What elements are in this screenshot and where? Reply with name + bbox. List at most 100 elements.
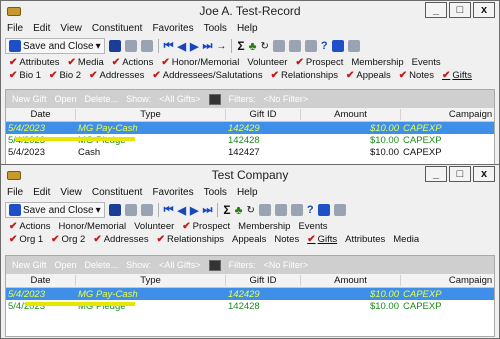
help-icon[interactable]: ? xyxy=(307,204,314,216)
tab-volunteer[interactable]: Volunteer xyxy=(247,57,295,68)
document-icon[interactable] xyxy=(347,40,360,52)
tab-attributes[interactable]: ✔ Attributes xyxy=(9,57,68,68)
menu-help[interactable]: Help xyxy=(237,187,258,198)
tab-membership[interactable]: Membership xyxy=(351,57,411,68)
save-and-close-button[interactable]: Save and Close ▾ xyxy=(5,38,105,54)
title-bar[interactable]: Joe A. Test-Record _ □ x xyxy=(1,1,499,21)
tab-honor-memorial[interactable]: Honor/Memorial xyxy=(59,221,135,232)
print-preview-icon[interactable] xyxy=(140,40,153,52)
filters-value[interactable]: <No Filter> xyxy=(264,94,309,104)
menu-constituent[interactable]: Constituent xyxy=(92,187,143,198)
maximize-button[interactable]: □ xyxy=(449,2,471,18)
close-button[interactable]: x xyxy=(473,166,495,182)
column-type[interactable]: Type xyxy=(76,109,226,120)
tab-bio-2[interactable]: ✔ Bio 2 xyxy=(49,70,89,81)
tab-org-2[interactable]: ✔ Org 2 xyxy=(51,234,93,245)
tab-media[interactable]: Media xyxy=(393,234,427,245)
menu-help[interactable]: Help xyxy=(237,23,258,34)
tab-addresses[interactable]: ✔ Addresses xyxy=(89,70,152,81)
menu-view[interactable]: View xyxy=(60,187,82,198)
id-card-icon[interactable] xyxy=(272,40,285,52)
tab-membership[interactable]: Membership xyxy=(238,221,298,232)
menu-edit[interactable]: Edit xyxy=(33,23,50,34)
minimize-button[interactable]: _ xyxy=(425,2,447,18)
menu-favorites[interactable]: Favorites xyxy=(152,187,193,198)
open-button[interactable]: Open xyxy=(55,260,77,270)
column-gift-id[interactable]: Gift ID xyxy=(226,275,301,286)
column-gift-id[interactable]: Gift ID xyxy=(226,109,301,120)
tab-prospect[interactable]: ✔ Prospect xyxy=(182,221,238,232)
tab-appeals[interactable]: ✔ Appeals xyxy=(346,70,399,81)
globe-icon[interactable] xyxy=(317,204,330,216)
tab-honor-memorial[interactable]: ✔ Honor/Memorial xyxy=(161,57,247,68)
show-select[interactable]: <All Gifts> xyxy=(159,94,201,104)
help-icon[interactable]: ? xyxy=(321,40,328,52)
tab-appeals[interactable]: Appeals xyxy=(232,234,274,245)
tree-icon[interactable]: ♣ xyxy=(235,203,243,217)
show-dropdown-icon[interactable] xyxy=(208,93,221,105)
tab-addresses[interactable]: ✔ Addresses xyxy=(93,234,156,245)
new-gift-button[interactable]: New Gift xyxy=(12,94,47,104)
globe-icon[interactable] xyxy=(331,40,344,52)
tab-events[interactable]: Events xyxy=(412,57,449,68)
next-record-icon[interactable]: ▶ xyxy=(190,204,198,217)
print-icon[interactable] xyxy=(124,204,137,216)
print-preview-icon[interactable] xyxy=(140,204,153,216)
column-campaign[interactable]: Campaign xyxy=(401,275,499,286)
folder-icon[interactable] xyxy=(274,204,287,216)
table-row[interactable]: 5/4/2023 MG Pay-Cash 142429 $10.00 CAPEX… xyxy=(6,122,494,134)
id-card-icon[interactable] xyxy=(258,204,271,216)
next-record-icon[interactable]: ▶ xyxy=(190,40,198,53)
first-record-icon[interactable]: ⏮ xyxy=(164,204,174,217)
column-campaign[interactable]: Campaign xyxy=(401,109,499,120)
summary-icon[interactable]: Σ xyxy=(237,39,244,53)
column-amount[interactable]: Amount xyxy=(301,109,401,120)
table-row[interactable]: 5/4/2023 Cash 142427 $10.00 CAPEXP xyxy=(6,146,494,158)
tab-org-1[interactable]: ✔ Org 1 xyxy=(9,234,51,245)
tab-events[interactable]: Events xyxy=(298,221,335,232)
tab-attributes[interactable]: Attributes xyxy=(345,234,393,245)
menu-tools[interactable]: Tools xyxy=(204,187,227,198)
link-icon[interactable]: ↻ xyxy=(246,205,254,216)
save-icon[interactable] xyxy=(108,204,121,216)
last-record-icon[interactable]: ⏭ xyxy=(202,40,212,53)
tab-volunteer[interactable]: Volunteer xyxy=(134,221,182,232)
tree-icon[interactable]: ♣ xyxy=(249,39,257,53)
tab-prospect[interactable]: ✔ Prospect xyxy=(295,57,351,68)
new-gift-button[interactable]: New Gift xyxy=(12,260,47,270)
print-icon[interactable] xyxy=(124,40,137,52)
column-type[interactable]: Type xyxy=(76,275,226,286)
menu-file[interactable]: File xyxy=(7,23,23,34)
tab-addressees-salutations[interactable]: ✔ Addressees/Salutations xyxy=(152,70,270,81)
menu-favorites[interactable]: Favorites xyxy=(152,23,193,34)
save-icon[interactable] xyxy=(108,40,121,52)
close-button[interactable]: x xyxy=(473,2,495,18)
email-icon[interactable] xyxy=(304,40,317,52)
column-date[interactable]: Date xyxy=(6,275,76,286)
menu-edit[interactable]: Edit xyxy=(33,187,50,198)
email-icon[interactable] xyxy=(290,204,303,216)
delete-button[interactable]: Delete... xyxy=(85,260,119,270)
tab-gifts[interactable]: ✔ Gifts xyxy=(442,70,480,81)
chevron-down-icon[interactable]: ▾ xyxy=(96,41,101,52)
chevron-down-icon[interactable]: ▾ xyxy=(96,205,101,216)
tab-media[interactable]: ✔ Media xyxy=(68,57,112,68)
link-icon[interactable]: ↻ xyxy=(260,41,268,52)
table-row[interactable]: 5/4/2023 MG Pay-Cash 142429 $10.00 CAPEX… xyxy=(6,288,494,300)
last-record-icon[interactable]: ⏭ xyxy=(202,204,212,217)
tab-notes[interactable]: Notes xyxy=(274,234,307,245)
column-amount[interactable]: Amount xyxy=(301,275,401,286)
tab-relationships[interactable]: ✔ Relationships xyxy=(271,70,346,81)
tab-actions[interactable]: ✔ Actions xyxy=(112,57,162,68)
show-select[interactable]: <All Gifts> xyxy=(159,260,201,270)
column-date[interactable]: Date xyxy=(6,109,76,120)
menu-view[interactable]: View xyxy=(60,23,82,34)
previous-record-icon[interactable]: ◀ xyxy=(178,40,186,53)
tab-actions[interactable]: ✔ Actions xyxy=(9,221,59,232)
save-and-close-button[interactable]: Save and Close ▾ xyxy=(5,202,105,218)
menu-tools[interactable]: Tools xyxy=(204,23,227,34)
menu-constituent[interactable]: Constituent xyxy=(92,23,143,34)
previous-record-icon[interactable]: ◀ xyxy=(178,204,186,217)
filters-value[interactable]: <No Filter> xyxy=(264,260,309,270)
summary-icon[interactable]: Σ xyxy=(223,203,230,217)
